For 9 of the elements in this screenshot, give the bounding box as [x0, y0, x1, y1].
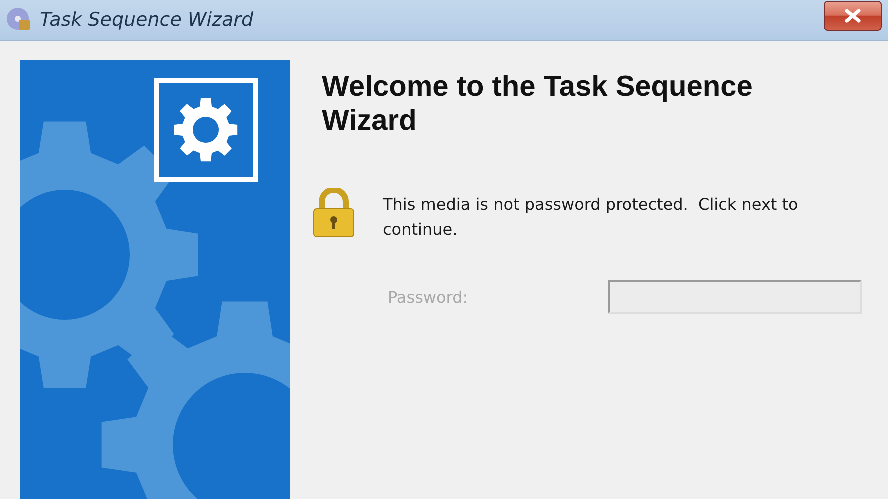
close-icon	[844, 9, 862, 23]
close-button[interactable]	[824, 1, 882, 31]
disc-icon	[6, 7, 32, 33]
password-label: Password:	[388, 288, 470, 306]
info-message: This media is not password protected. Click next to continue.	[383, 194, 800, 241]
padlock-icon	[313, 188, 355, 238]
wizard-heading: Welcome to the Task Sequence Wizard	[322, 70, 754, 138]
window-title: Task Sequence Wizard	[40, 9, 255, 31]
settings-icon	[173, 97, 239, 163]
